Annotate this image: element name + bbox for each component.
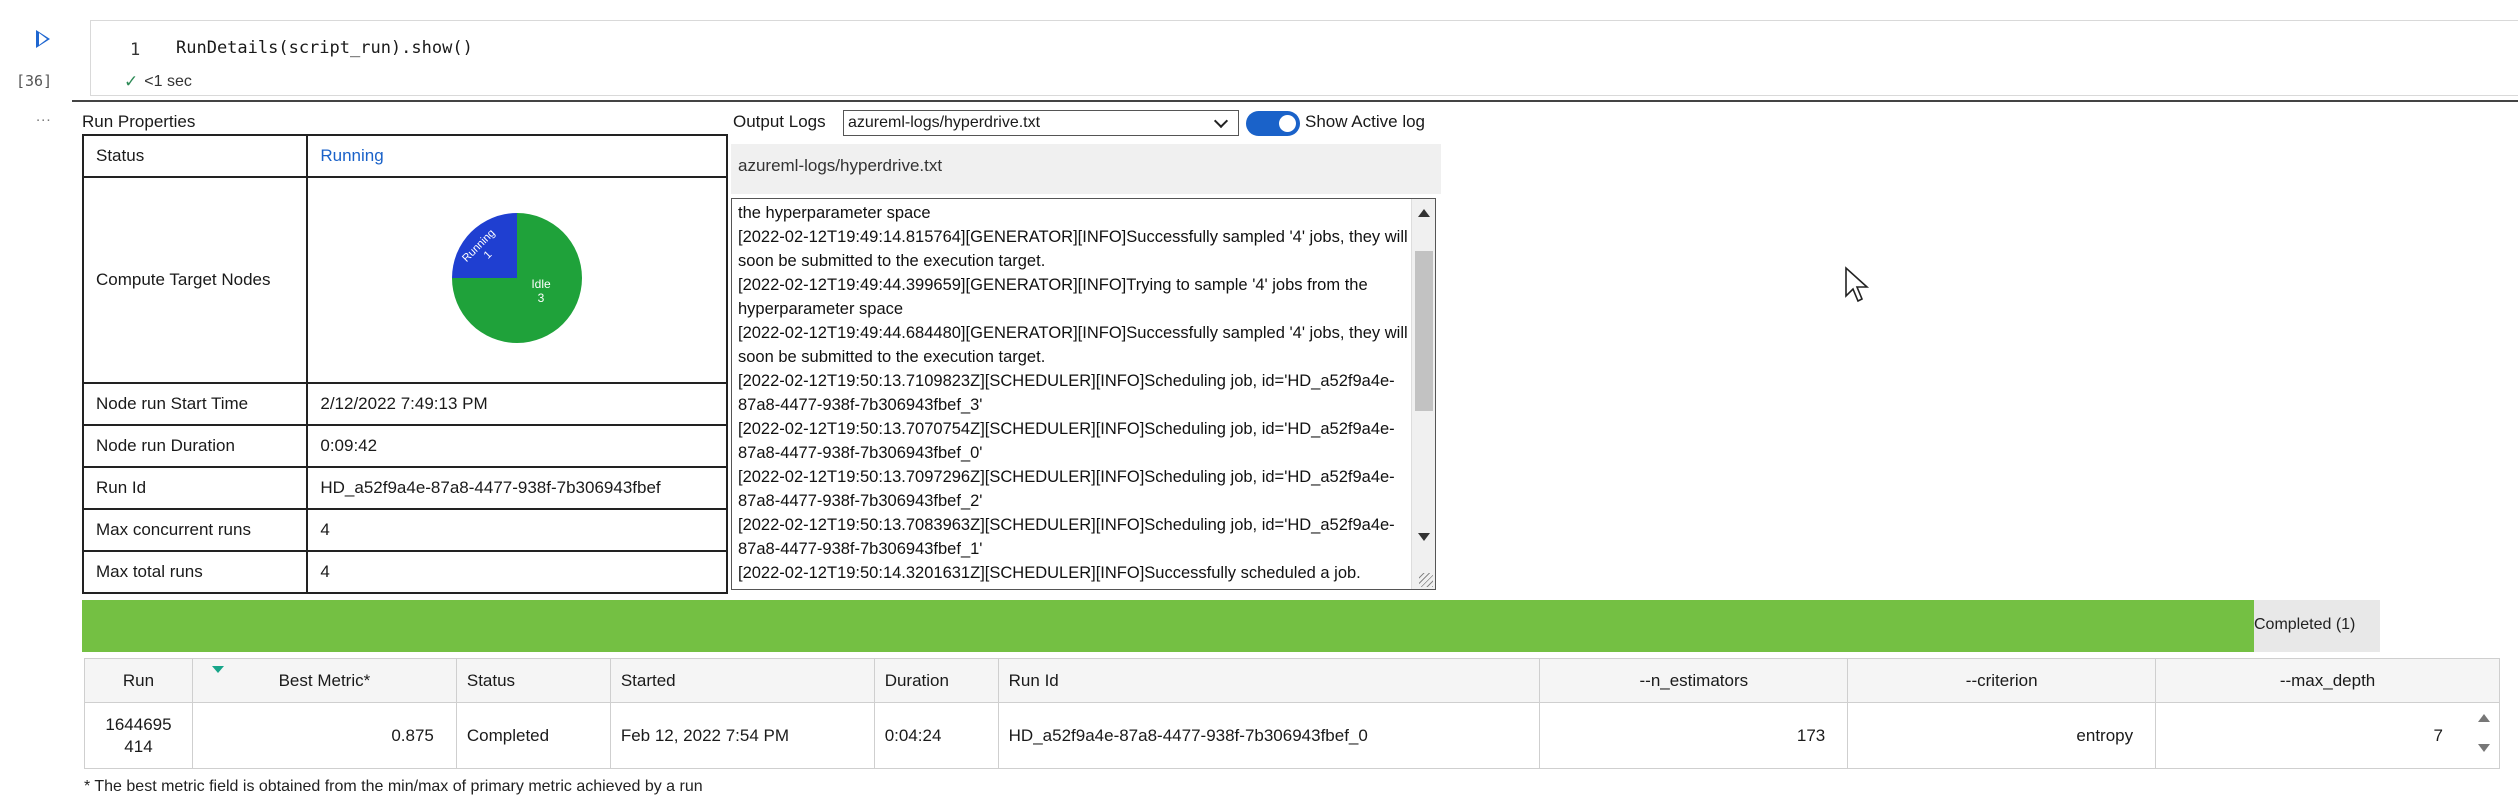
prop-value: HD_a52f9a4e-87a8-4477-938f-7b306943fbef	[306, 466, 728, 510]
table-scroll-down-icon[interactable]	[2478, 744, 2490, 752]
prop-key: Max total runs	[81, 550, 309, 594]
table-row[interactable]: 1644695 414 0.875 Completed Feb 12, 2022…	[84, 702, 2500, 769]
code-line[interactable]: RunDetails(script_run).show()	[176, 38, 473, 58]
column-header-run[interactable]: Run	[84, 658, 193, 703]
scroll-thumb[interactable]	[1415, 251, 1433, 411]
prop-key: Node run Start Time	[81, 382, 309, 426]
compute-nodes-pie-cell: Running 1 Idle 3	[306, 176, 728, 384]
runs-table-container: Run Best Metric* Status Started Duration…	[84, 658, 2500, 769]
prop-value: 4	[306, 508, 728, 552]
prop-value: 2/12/2022 7:49:13 PM	[306, 382, 728, 426]
cell-started: Feb 12, 2022 7:54 PM	[609, 702, 875, 769]
best-metric-footnote: * The best metric field is obtained from…	[84, 778, 703, 795]
cell-criterion: entropy	[1847, 702, 2157, 769]
prop-key: Compute Target Nodes	[81, 176, 309, 384]
column-header-run-id[interactable]: Run Id	[997, 658, 1541, 703]
log-scrollbar[interactable]	[1411, 199, 1435, 589]
status-value[interactable]: Running	[306, 134, 728, 178]
prop-value: 0:09:42	[306, 424, 728, 468]
cell-status: Completed	[455, 702, 611, 769]
log-path: azureml-logs/hyperdrive.txt	[738, 156, 943, 175]
show-active-log-label: Show Active log	[1305, 112, 1426, 131]
log-textarea[interactable]: the hyperparameter space [2022-02-12T19:…	[731, 198, 1436, 590]
log-file-select[interactable]: azureml-logs/hyperdrive.txt	[843, 110, 1239, 136]
column-header-best-metric[interactable]: Best Metric*	[191, 658, 457, 703]
prop-key: Status	[81, 134, 309, 178]
log-file-selected: azureml-logs/hyperdrive.txt	[848, 114, 1041, 131]
pie-count-idle: 3	[538, 291, 545, 305]
output-prompt[interactable]: ...	[36, 108, 52, 125]
scroll-up-icon[interactable]	[1418, 209, 1430, 217]
column-header-n-estimators[interactable]: --n_estimators	[1539, 658, 1849, 703]
execution-status: ✓ <1 sec	[124, 72, 192, 92]
cell-best-metric: 0.875	[191, 702, 457, 769]
mouse-cursor-icon	[1845, 266, 1870, 303]
column-header-max-depth[interactable]: --max_depth	[2155, 658, 2500, 703]
execution-count: [36]	[16, 72, 53, 90]
show-active-log-toggle[interactable]	[1246, 111, 1300, 136]
execution-time: <1 sec	[144, 73, 192, 90]
progress-label: Completed (1)	[2254, 616, 2356, 633]
checkmark-icon: ✓	[124, 72, 139, 91]
pie-label-idle: Idle	[531, 277, 551, 291]
scroll-down-icon[interactable]	[1418, 533, 1430, 541]
log-content: the hyperparameter space [2022-02-12T19:…	[738, 204, 1408, 582]
cell-run-id: HD_a52f9a4e-87a8-4477-938f-7b306943fbef_…	[997, 702, 1541, 769]
output-logs-label: Output Logs	[733, 112, 826, 131]
chevron-down-icon	[1213, 113, 1229, 128]
prop-key: Max concurrent runs	[81, 508, 309, 552]
table-header-row: Run Best Metric* Status Started Duration…	[84, 658, 2500, 703]
column-header-started[interactable]: Started	[609, 658, 875, 703]
runs-progress-bar	[82, 600, 2380, 652]
run-properties-table: Status Running Compute Target Nodes Runn…	[81, 134, 728, 594]
table-scroll-up-icon[interactable]	[2478, 714, 2490, 722]
cell-duration: 0:04:24	[873, 702, 999, 769]
toggle-knob	[1279, 115, 1296, 132]
column-header-criterion[interactable]: --criterion	[1847, 658, 2157, 703]
resize-grip-icon[interactable]	[1419, 573, 1433, 587]
prop-key: Node run Duration	[81, 424, 309, 468]
code-cell[interactable]	[90, 20, 2518, 96]
cell-run[interactable]: 1644695 414	[84, 702, 193, 769]
prop-value: 4	[306, 550, 728, 594]
line-number: 1	[130, 40, 141, 60]
runs-table: Run Best Metric* Status Started Duration…	[84, 658, 2500, 769]
compute-nodes-pie-chart: Running 1 Idle 3	[452, 212, 583, 343]
prop-key: Run Id	[81, 466, 309, 510]
column-header-duration[interactable]: Duration	[873, 658, 999, 703]
column-header-status[interactable]: Status	[455, 658, 611, 703]
run-properties-title: Run Properties	[82, 112, 196, 131]
run-cell-button[interactable]	[36, 30, 50, 48]
progress-fill	[82, 600, 2254, 652]
cell-n-estimators: 173	[1539, 702, 1849, 769]
sort-descending-icon[interactable]	[212, 666, 224, 673]
cell-max-depth: 7	[2155, 702, 2500, 769]
